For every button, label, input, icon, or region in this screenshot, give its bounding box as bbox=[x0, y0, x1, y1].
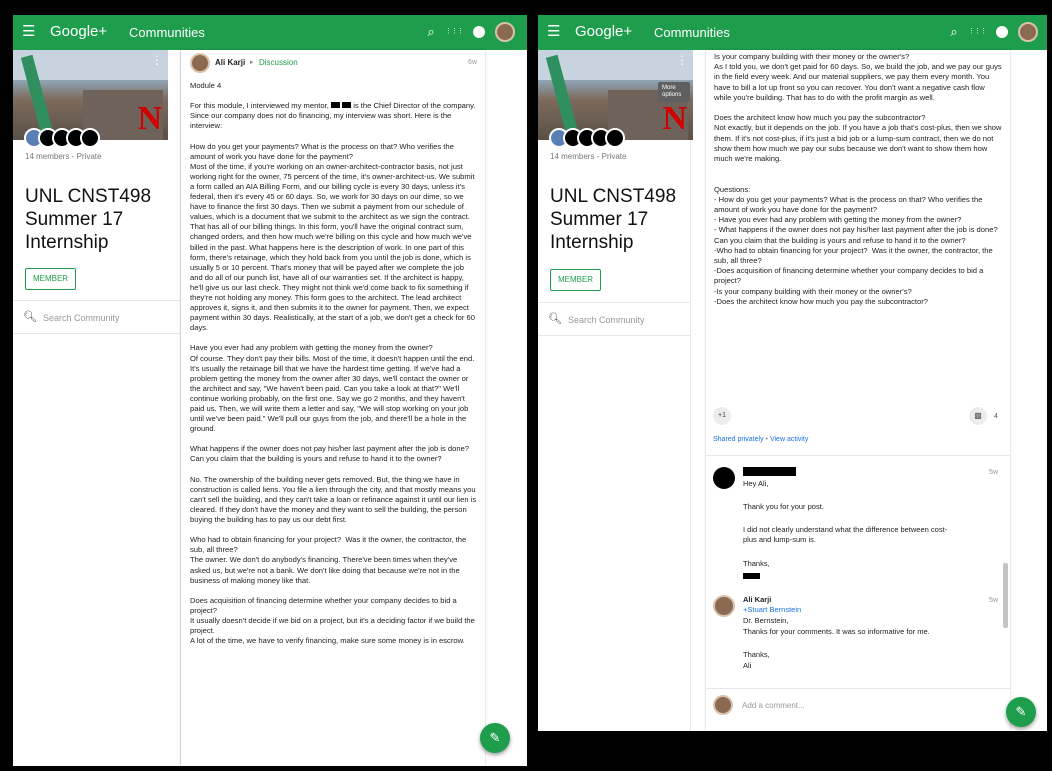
account-avatar[interactable] bbox=[1018, 22, 1038, 42]
commenter-avatar[interactable] bbox=[713, 467, 735, 489]
notifications-icon[interactable] bbox=[473, 26, 485, 38]
plus-one-button[interactable]: +1 bbox=[713, 407, 731, 425]
comment-closing: Thanks, bbox=[743, 559, 770, 568]
member-button[interactable]: MEMBER bbox=[550, 269, 601, 291]
search-community-input[interactable] bbox=[43, 311, 163, 325]
right-screenshot-panel: ☰ Google+ Communities ⌕ ⋮⋮⋮ N ⋮ More opt… bbox=[538, 15, 1047, 731]
compose-button[interactable]: ✎ bbox=[480, 723, 510, 753]
search-community-bar[interactable]: 🔍︎ bbox=[13, 300, 180, 334]
account-avatar[interactable] bbox=[495, 22, 515, 42]
section-title: Communities bbox=[654, 25, 730, 40]
search-icon[interactable]: ⌕ bbox=[423, 24, 439, 40]
community-banner-image: N ⋮ bbox=[13, 50, 168, 140]
comment-author[interactable]: Ali Karji bbox=[743, 595, 771, 604]
top-app-bar: ☰ Google+ Communities ⌕ ⋮⋮⋮ bbox=[13, 15, 527, 50]
comment-item: 5w Hey Ali, Thank you for your post. I d… bbox=[713, 467, 998, 587]
post-body-text: Module 4 For this module, I interviewed … bbox=[190, 81, 477, 646]
view-activity-link[interactable]: View activity bbox=[770, 436, 808, 443]
post-body-text: Is your company building with their mone… bbox=[714, 52, 1002, 306]
community-sidebar: N ⋮ 14 members - Private UNL CNST498 Sum… bbox=[13, 50, 181, 766]
divider bbox=[706, 455, 1010, 456]
community-name: UNL CNST498 Summer 17 Internship bbox=[550, 186, 677, 253]
notifications-icon[interactable] bbox=[996, 26, 1008, 38]
member-button[interactable]: MEMBER bbox=[25, 268, 76, 290]
add-comment-input[interactable] bbox=[742, 699, 942, 711]
comment-line: Thank you for your post. bbox=[743, 502, 824, 511]
add-comment-row[interactable] bbox=[706, 688, 1010, 722]
apps-grid-icon[interactable]: ⋮⋮⋮ bbox=[968, 24, 987, 40]
post-time[interactable]: 6w bbox=[468, 58, 477, 67]
scrollbar-thumb[interactable] bbox=[1003, 563, 1008, 628]
post-card: Ali Karji ▸ Discussion 6w Module 4 For t… bbox=[181, 50, 485, 766]
signature-redacted bbox=[743, 573, 760, 579]
shared-privately-link[interactable]: Shared privately bbox=[713, 436, 764, 443]
member-count: 14 members - Private bbox=[550, 152, 627, 161]
comment-signature: Ali bbox=[743, 661, 752, 670]
comment-greeting: Hey Ali, bbox=[743, 479, 769, 488]
post-author[interactable]: Ali Karji bbox=[215, 58, 245, 67]
nebraska-n-logo: N bbox=[662, 100, 687, 137]
search-community-bar[interactable]: 🔍︎ bbox=[538, 302, 690, 336]
community-name: UNL CNST498 Summer 17 Internship bbox=[25, 186, 152, 253]
comment-item: Ali Karji 5w +Stuart Bernstein Dr. Berns… bbox=[713, 595, 998, 680]
search-icon: 🔍︎ bbox=[548, 313, 562, 325]
more-options-icon[interactable]: ⋮ bbox=[676, 54, 688, 66]
nebraska-n-logo: N bbox=[137, 100, 162, 137]
share-info: Shared privately • View activity bbox=[713, 436, 808, 444]
separator-dot: • bbox=[765, 436, 768, 443]
comment-time[interactable]: 5w bbox=[989, 597, 998, 605]
comment-closing: Thanks, bbox=[743, 650, 770, 659]
comment-line: Thanks for your comments. It was so info… bbox=[743, 627, 930, 636]
comment-count: 4 bbox=[994, 413, 998, 420]
search-icon: 🔍︎ bbox=[23, 311, 37, 323]
comment-mention[interactable]: +Stuart Bernstein bbox=[743, 605, 993, 615]
post-header: Ali Karji ▸ Discussion 6w bbox=[190, 53, 477, 75]
left-screenshot-panel: ☰ Google+ Communities ⌕ ⋮⋮⋮ N ⋮ 14 membe… bbox=[13, 15, 527, 766]
more-options-tooltip: More options bbox=[658, 82, 690, 102]
comment-line: I did not clearly understand what the di… bbox=[743, 525, 948, 545]
google-plus-logo[interactable]: Google+ bbox=[50, 24, 107, 40]
community-sidebar: N ⋮ More options 14 members - Private UN… bbox=[538, 50, 693, 731]
google-plus-logo[interactable]: Google+ bbox=[575, 24, 632, 40]
member-avatars[interactable] bbox=[549, 128, 639, 148]
arrow-icon: ▸ bbox=[250, 59, 254, 66]
member-count: 14 members - Private bbox=[25, 152, 102, 161]
commenter-name-redacted bbox=[743, 467, 796, 476]
search-icon[interactable]: ⌕ bbox=[946, 24, 962, 40]
current-user-avatar bbox=[713, 695, 733, 715]
more-options-icon[interactable]: ⋮ bbox=[151, 54, 163, 66]
post-card: Is your company building with their mone… bbox=[706, 50, 1010, 731]
menu-icon[interactable]: ☰ bbox=[547, 24, 561, 40]
section-title: Communities bbox=[129, 25, 205, 40]
commenter-avatar[interactable] bbox=[713, 595, 735, 617]
author-avatar[interactable] bbox=[190, 53, 210, 73]
menu-icon[interactable]: ☰ bbox=[22, 24, 36, 40]
comment-line: Dr. Bernstein, bbox=[743, 616, 789, 625]
compose-button[interactable]: ✎ bbox=[1006, 697, 1036, 727]
comment-time[interactable]: 5w bbox=[989, 469, 998, 477]
comment-icon[interactable]: ▩ bbox=[969, 407, 987, 425]
apps-grid-icon[interactable]: ⋮⋮⋮ bbox=[445, 24, 464, 40]
member-avatars[interactable] bbox=[24, 128, 114, 148]
top-app-bar: ☰ Google+ Communities ⌕ ⋮⋮⋮ bbox=[538, 15, 1047, 50]
post-category[interactable]: Discussion bbox=[259, 58, 298, 67]
search-community-input[interactable] bbox=[568, 313, 688, 327]
